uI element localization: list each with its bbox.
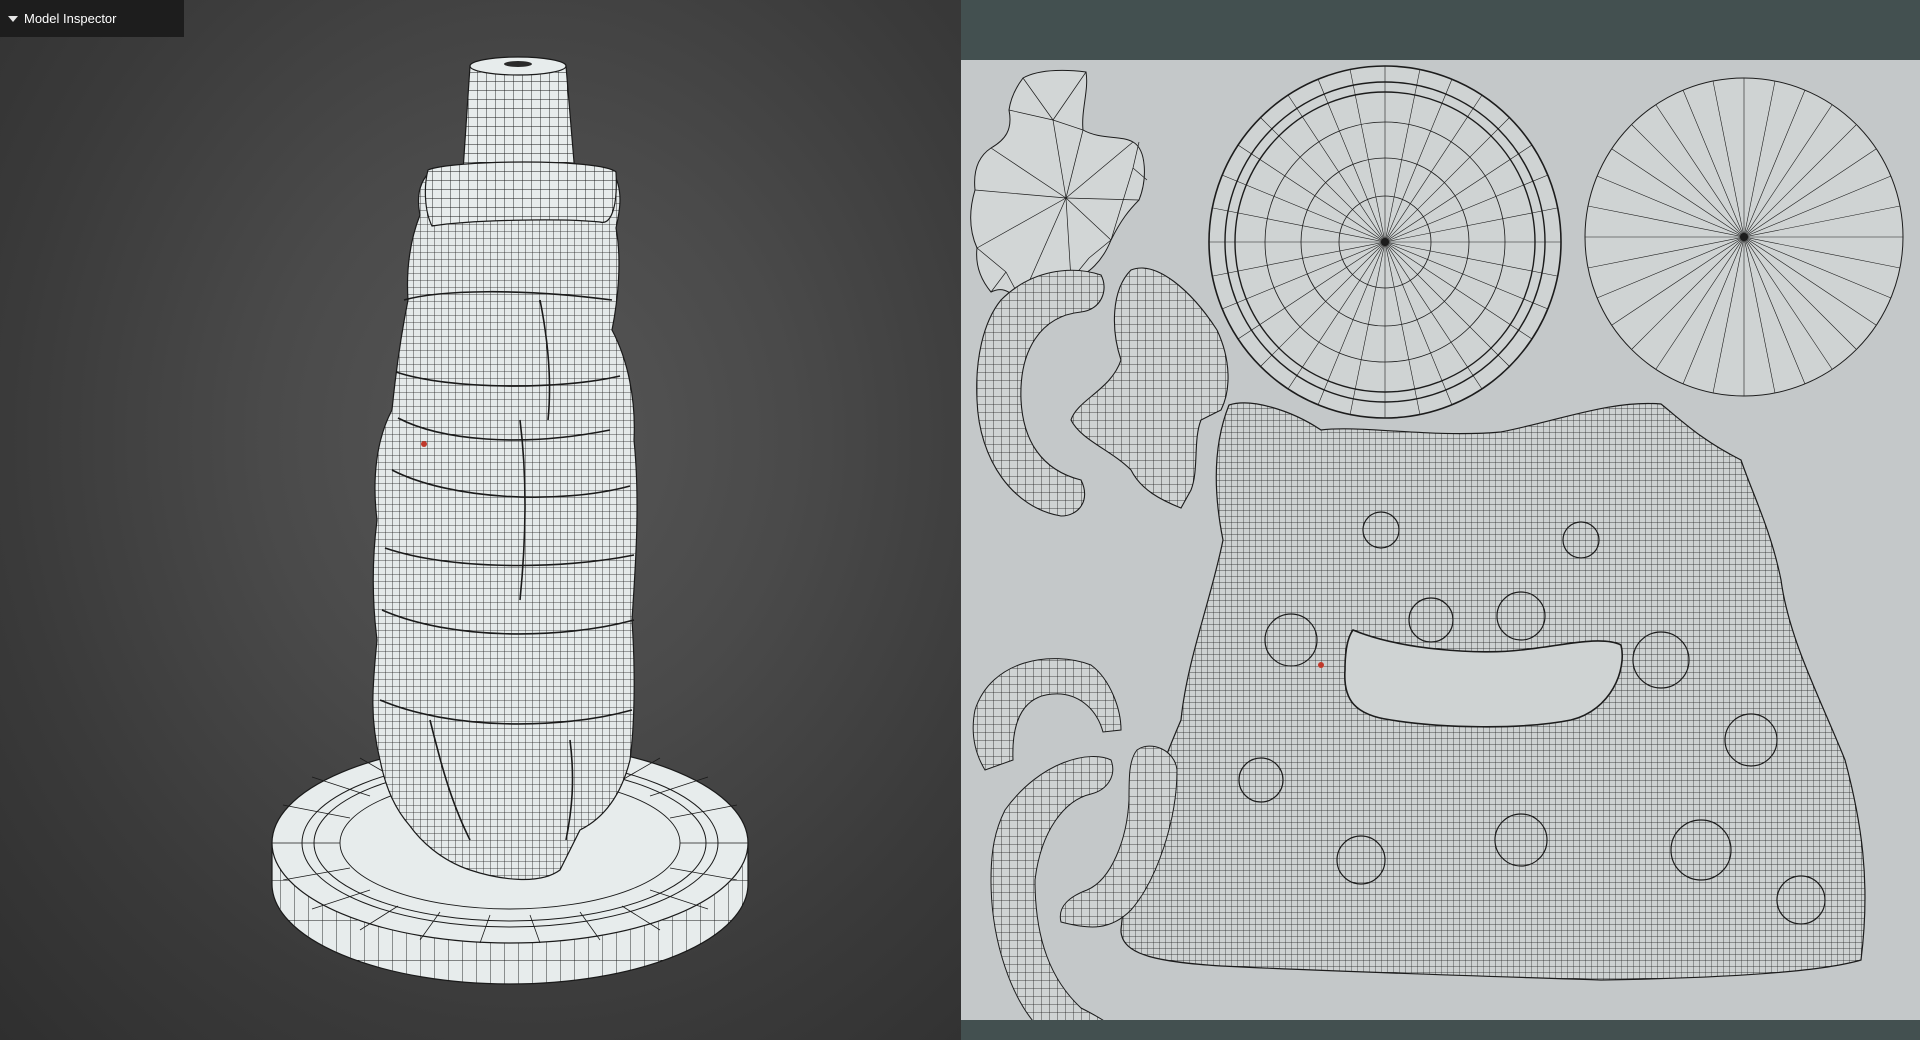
strip-island-a (972, 658, 1122, 771)
uv-layout[interactable] (961, 60, 1920, 1020)
top-cap-island (970, 69, 1148, 301)
ring-disc-island (1208, 65, 1562, 419)
solid-disc-island (1584, 77, 1904, 397)
column-mesh (372, 56, 638, 880)
arm-island-a (976, 269, 1105, 517)
3d-viewport[interactable]: Model Inspector (0, 0, 961, 1040)
wireframe-model[interactable] (0, 0, 961, 1040)
body-island (1120, 402, 1866, 981)
model-inspector-header[interactable]: Model Inspector (0, 0, 184, 37)
uv-editor-panel (961, 0, 1920, 1040)
uv-canvas[interactable] (961, 60, 1920, 1020)
model-inspector-title: Model Inspector (24, 11, 117, 26)
triangle-down-icon[interactable] (8, 15, 18, 22)
